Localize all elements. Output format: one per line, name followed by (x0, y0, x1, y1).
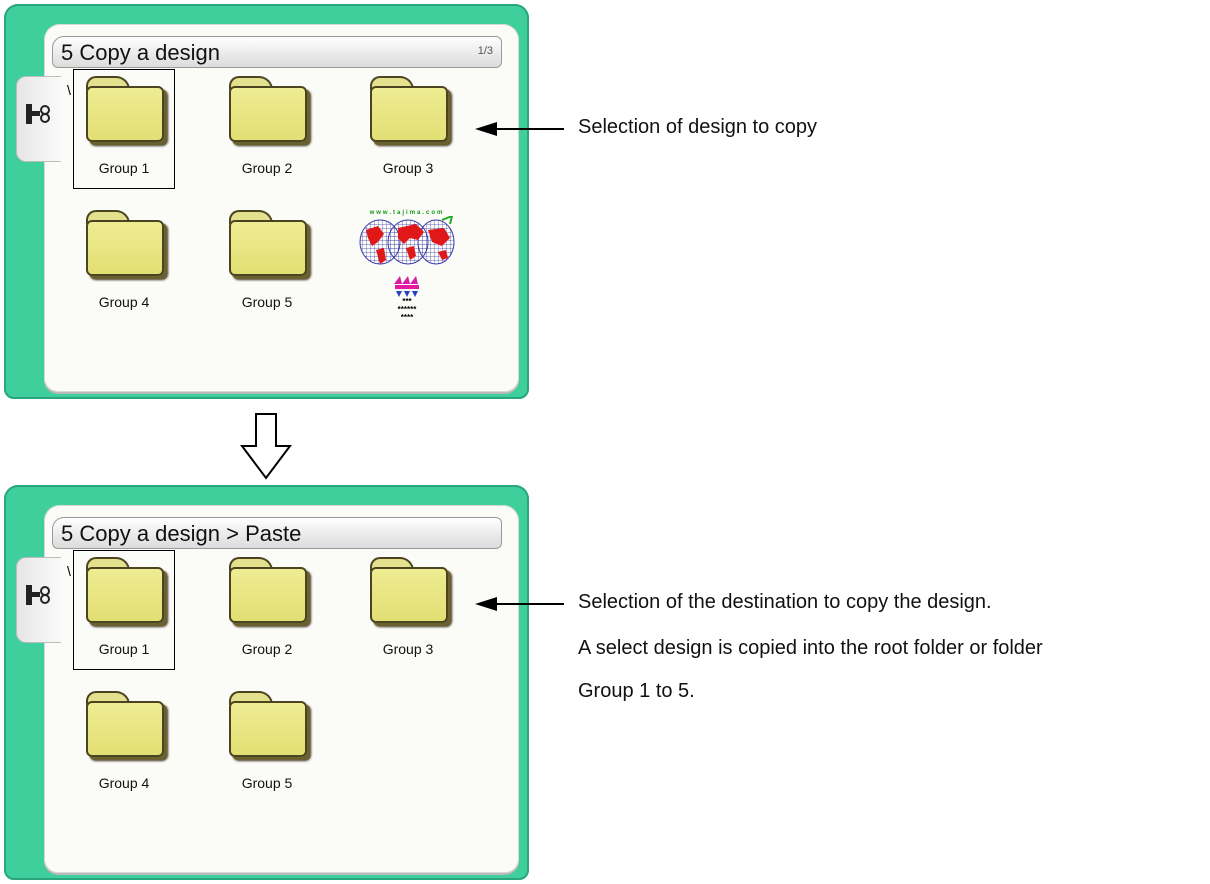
folder-icon (370, 76, 448, 142)
root-folder-marker: \ (67, 563, 71, 579)
folder-group-2[interactable]: Group 2 (217, 70, 317, 188)
design-url-text: www.tajima.com (369, 210, 445, 216)
design-name-line-3: **** (400, 313, 414, 322)
folder-group-1[interactable]: Group 1 (73, 550, 175, 670)
screen-title: 5 Copy a design (61, 40, 220, 65)
folder-group-3[interactable]: Group 3 (358, 70, 458, 188)
folder-icon (86, 691, 164, 757)
title-bar: 5 Copy a design 1/3 (52, 36, 502, 68)
folder-group-5[interactable]: Group 5 (217, 204, 317, 322)
paste-design-screen: 5 Copy a design > Paste \ Group 1 Group … (4, 485, 529, 880)
folder-icon (229, 210, 307, 276)
folder-icon (229, 76, 307, 142)
folder-label: Group 3 (382, 641, 434, 657)
folder-group-1[interactable]: Group 1 (73, 69, 175, 189)
folder-icon (86, 210, 164, 276)
down-arrow-icon (240, 413, 292, 480)
tajima-logo-icon (394, 276, 419, 297)
callout-arrow-line (494, 128, 564, 130)
scissors-icon (26, 104, 50, 124)
folder-group-2[interactable]: Group 2 (217, 551, 317, 669)
folder-group-4[interactable]: Group 4 (74, 685, 174, 803)
folder-icon (229, 691, 307, 757)
folder-label: Group 3 (382, 160, 434, 176)
top-callout-text: Selection of design to copy (578, 116, 818, 138)
copy-design-screen: 5 Copy a design 1/3 \ Group 1 Group 2 Gr… (4, 4, 529, 399)
folder-label: Group 2 (241, 641, 293, 657)
callout-arrow-line (494, 603, 564, 605)
title-bar: 5 Copy a design > Paste (52, 517, 502, 549)
folder-label: Group 4 (98, 775, 150, 791)
folder-group-5[interactable]: Group 5 (217, 685, 317, 803)
folder-label: Group 5 (241, 294, 293, 310)
scissors-icon (26, 585, 50, 605)
bottom-callout-line-2: A select design is copied into the root … (578, 637, 1043, 659)
folder-label: Group 1 (98, 641, 150, 657)
design-thumbnail[interactable]: www.tajima.com *** ****** **** (358, 208, 456, 326)
folder-icon (86, 557, 164, 623)
folder-label: Group 4 (98, 294, 150, 310)
bottom-callout-line-1: Selection of the destination to copy the… (578, 591, 992, 613)
world-map-logo-icon (359, 216, 455, 265)
folder-group-3[interactable]: Group 3 (358, 551, 458, 669)
page-indicator: 1/3 (477, 45, 493, 57)
folder-icon (370, 557, 448, 623)
screen-title: 5 Copy a design > Paste (61, 521, 302, 546)
folder-label: Group 2 (241, 160, 293, 176)
folder-label: Group 1 (98, 160, 150, 176)
folder-icon (229, 557, 307, 623)
bottom-callout-line-3: Group 1 to 5. (578, 680, 695, 702)
folder-label: Group 5 (241, 775, 293, 791)
folder-icon (86, 76, 164, 142)
root-folder-marker: \ (67, 82, 71, 98)
folder-group-4[interactable]: Group 4 (74, 204, 174, 322)
